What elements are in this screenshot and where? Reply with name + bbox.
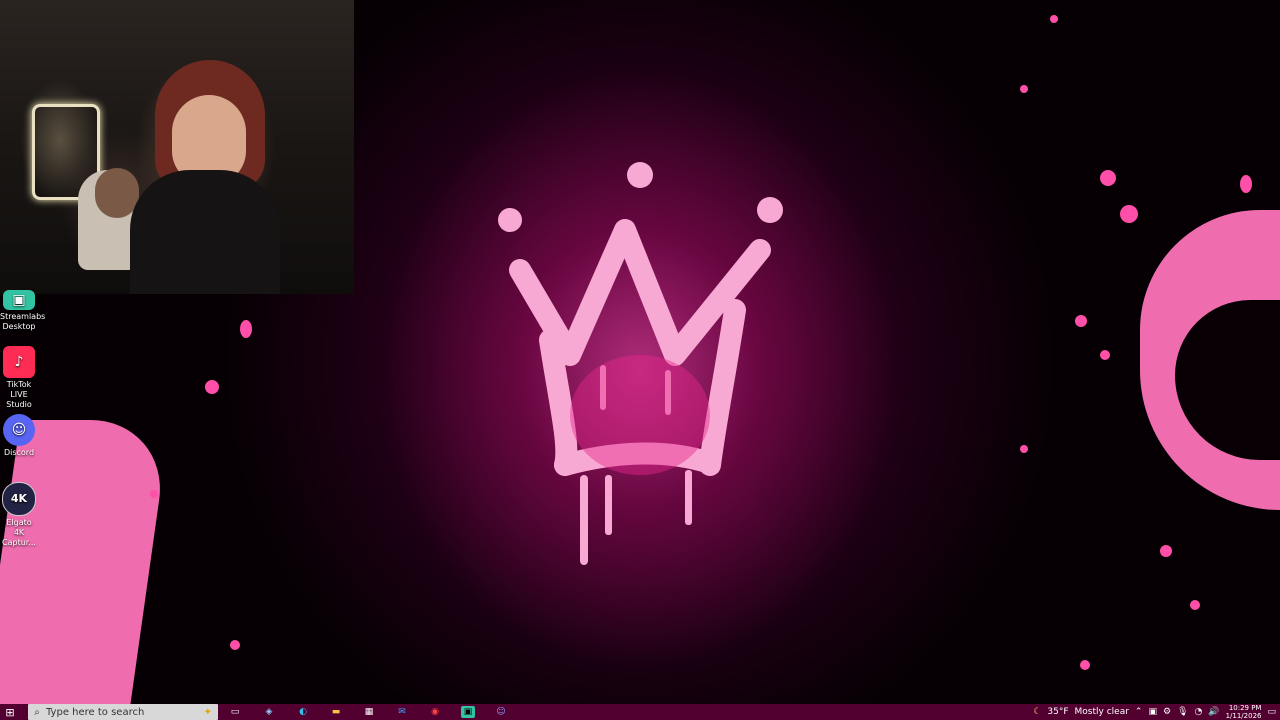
desktop-icon-discord[interactable]: ☺ Discord xyxy=(0,414,38,458)
splatter-dot xyxy=(240,320,252,338)
desktop-icon-tiktok-live-studio[interactable]: ♪ TikTok LIVE Studio xyxy=(0,346,38,410)
splatter-dot xyxy=(1240,175,1252,193)
tiktok-icon: ♪ xyxy=(3,346,35,378)
discord-icon: ☺ xyxy=(3,414,35,446)
chevron-up-icon[interactable]: ⌃ xyxy=(1135,707,1143,717)
outlook-icon[interactable]: ✉ xyxy=(395,706,409,718)
splatter-dot xyxy=(1075,315,1087,327)
streamlabs-icon: ▣ xyxy=(3,290,35,310)
chrome-icon[interactable]: ◉ xyxy=(428,706,442,718)
weather-icon[interactable]: ☾ xyxy=(1033,707,1041,717)
taskbar-clock[interactable]: 10:29 PM 1/11/2026 xyxy=(1226,704,1262,720)
volume-icon[interactable]: 🔊 xyxy=(1208,707,1219,717)
copilot-icon[interactable]: ◈ xyxy=(262,706,276,718)
splatter-dot xyxy=(1120,205,1138,223)
desktop-icon-label: Elgato 4K xyxy=(6,518,32,537)
desktop-icon-label: Discord xyxy=(3,448,35,457)
desktop-icon-label: Studio xyxy=(6,400,32,409)
network-icon[interactable]: ◔ xyxy=(1195,707,1203,717)
desktop-icon-label: TikTok LIVE xyxy=(6,380,32,399)
splatter-dot xyxy=(1020,445,1028,453)
system-tray: ☾ 35°F Mostly clear ⌃ ▣ ⚙ 🎙 ◔ 🔊 10:29 PM… xyxy=(1033,704,1280,720)
file-explorer-icon[interactable]: ▬ xyxy=(329,706,343,718)
splatter-dot xyxy=(1100,170,1116,186)
task-view-icon[interactable]: ▭ xyxy=(228,706,242,718)
search-placeholder: Type here to search xyxy=(46,706,145,718)
weather-text[interactable]: Mostly clear xyxy=(1075,707,1129,717)
crown-graffiti-logo xyxy=(498,162,783,565)
taskbar-search-box[interactable]: ⌕ Type here to search ✦ xyxy=(28,704,218,720)
splatter-dot xyxy=(1190,600,1200,610)
tray-app-icon[interactable]: ⚙ xyxy=(1163,707,1171,717)
splatter-dot xyxy=(230,640,240,650)
microphone-icon[interactable]: 🎙 xyxy=(1177,707,1188,717)
splatter-dot xyxy=(1080,660,1090,670)
taskbar: ⊞ ⌕ Type here to search ✦ ▭ ◈ ◐ ▬ ▦ ✉ ◉ … xyxy=(0,704,1280,720)
search-highlight-icon: ✦ xyxy=(203,706,212,718)
edge-icon[interactable]: ◐ xyxy=(296,706,310,718)
splatter-dot xyxy=(1050,15,1058,23)
splatter-dot xyxy=(1100,350,1110,360)
search-icon: ⌕ xyxy=(34,706,40,718)
discord-taskbar-icon[interactable]: ☺ xyxy=(494,706,508,718)
streamer-body xyxy=(130,170,280,294)
splatter-dot xyxy=(1160,545,1172,557)
desktop-icon-streamlabs[interactable]: ▣ Streamlabs Desktop xyxy=(0,290,46,332)
splatter-dot xyxy=(205,380,219,394)
store-icon[interactable]: ▦ xyxy=(362,706,376,718)
webcam-overlay xyxy=(0,0,354,294)
streamlabs-taskbar-icon[interactable]: ▣ xyxy=(461,706,475,718)
tray-app-icon[interactable]: ▣ xyxy=(1148,707,1157,717)
weather-temp[interactable]: 35°F xyxy=(1047,707,1068,717)
desktop-icon-elgato-4k-capture[interactable]: 4K Elgato 4K Captur... xyxy=(0,482,38,548)
splatter-dot xyxy=(1020,85,1028,93)
desktop-icon-label: Captur... xyxy=(2,538,36,547)
clock-time: 10:29 PM xyxy=(1228,704,1262,712)
windows-start-icon[interactable]: ⊞ xyxy=(2,704,18,720)
clock-date: 1/11/2026 xyxy=(1225,712,1262,720)
splatter-dot xyxy=(150,490,158,498)
desktop-icon-label: Streamlabs xyxy=(0,312,46,321)
elgato-icon: 4K xyxy=(2,482,36,516)
desktop-icon-label: Desktop xyxy=(2,322,36,331)
notification-icon[interactable]: ▭ xyxy=(1267,707,1276,717)
